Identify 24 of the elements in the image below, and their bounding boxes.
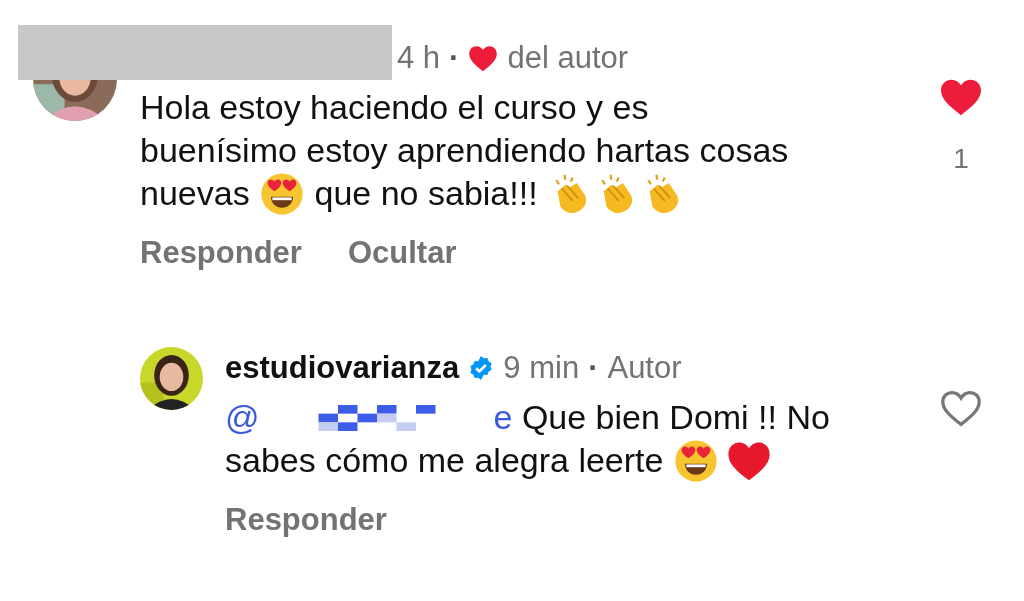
comment-text: buenísimo estoy aprendiendo hartas cosas <box>140 130 789 171</box>
separator-dot: · <box>588 350 599 386</box>
comment-meta: Autor <box>607 350 682 386</box>
comment-action[interactable]: Responder <box>225 502 387 538</box>
like-button[interactable] <box>939 388 983 428</box>
comment-meta: 4 h <box>397 40 441 76</box>
mention-link[interactable]: e <box>493 396 513 439</box>
mention-link[interactable]: @ <box>225 396 260 439</box>
heart-eyes-emoji-icon <box>260 171 305 216</box>
comment-action[interactable]: Ocultar <box>347 235 457 271</box>
comment-text: nuevas <box>140 173 251 214</box>
like-count: 1 <box>953 143 969 175</box>
heart-icon <box>468 44 499 72</box>
comment-meta: 9 min <box>503 350 580 386</box>
comment-action[interactable]: Responder <box>140 235 302 271</box>
comment-meta: del autor <box>507 40 629 76</box>
comment-text: Hola estoy haciendo el curso y es <box>140 87 649 128</box>
comment-text: que no sabia!!! <box>313 173 539 214</box>
comment-text: Que bien Domi !! No <box>520 397 830 438</box>
username[interactable]: estudiovarianza <box>225 350 460 386</box>
separator-dot: · <box>449 40 460 76</box>
like-button[interactable] <box>939 77 983 117</box>
heart-eyes-emoji-icon <box>673 438 718 483</box>
comment-text: sabes cómo me alegra leerte <box>225 440 665 481</box>
